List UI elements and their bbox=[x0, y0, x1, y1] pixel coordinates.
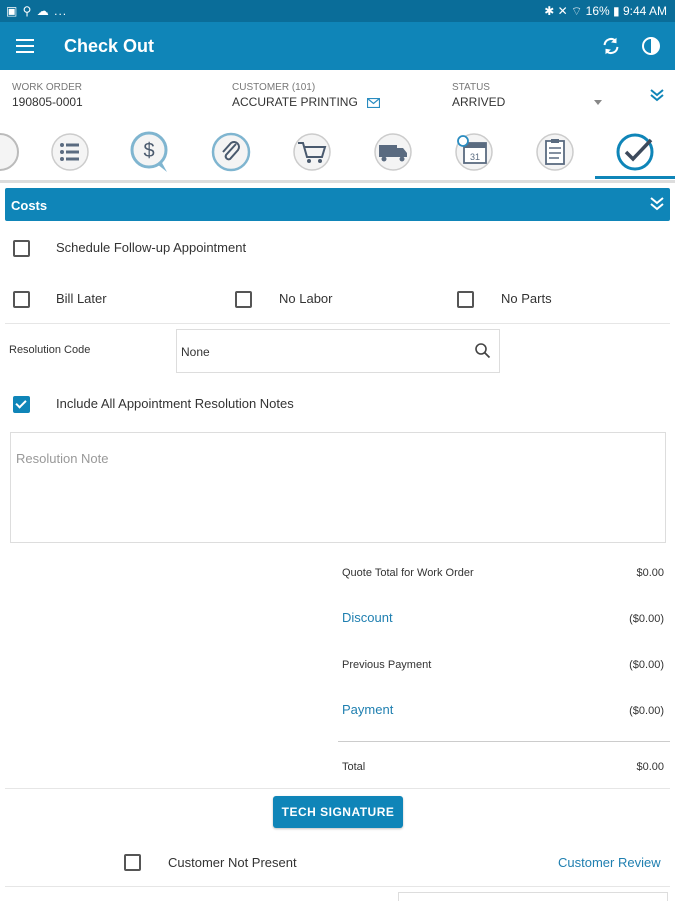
tab-check-out[interactable] bbox=[613, 130, 657, 174]
total-row: Total $0.00 bbox=[342, 761, 664, 775]
resolution-note-placeholder: Resolution Note bbox=[16, 451, 109, 466]
no-labor-checkbox[interactable] bbox=[235, 291, 252, 308]
divider bbox=[5, 323, 670, 324]
dollar-icon: $ bbox=[130, 131, 168, 172]
divider bbox=[5, 788, 670, 789]
schedule-followup-checkbox[interactable] bbox=[13, 240, 30, 257]
bill-later-checkbox[interactable] bbox=[13, 291, 30, 308]
checkmark-icon bbox=[616, 133, 654, 171]
tech-signature-button[interactable]: TECH SIGNATURE bbox=[273, 796, 403, 828]
list-icon bbox=[51, 133, 89, 171]
calendar-icon: 31 bbox=[455, 133, 493, 171]
totals-divider bbox=[338, 741, 670, 742]
resolution-code-input[interactable]: None bbox=[176, 329, 500, 373]
payment-link[interactable]: Payment bbox=[342, 702, 393, 717]
svg-text:$: $ bbox=[143, 140, 154, 162]
active-tab-indicator bbox=[595, 176, 675, 179]
clock-icon bbox=[0, 133, 19, 171]
page-title: Check Out bbox=[64, 36, 155, 56]
system-status-indicators: ✱ ✕ ⌔ 16% ▮ 9:44 AM bbox=[544, 4, 667, 18]
tab-costs[interactable]: $ bbox=[127, 130, 171, 174]
no-labor-label: No Labor bbox=[279, 291, 333, 306]
include-notes-label: Include All Appointment Resolution Notes bbox=[56, 396, 294, 411]
quote-total-row: Quote Total for Work Order $0.00 bbox=[342, 567, 664, 581]
svg-text:31: 31 bbox=[470, 152, 480, 162]
work-order-label: WORK ORDER bbox=[12, 82, 82, 93]
refresh-icon[interactable] bbox=[600, 35, 622, 57]
search-icon[interactable] bbox=[474, 342, 491, 359]
chevron-down-icon[interactable] bbox=[594, 100, 602, 105]
attachment-icon bbox=[211, 132, 251, 172]
tab-shipping[interactable] bbox=[371, 130, 415, 174]
no-parts-label: No Parts bbox=[501, 291, 552, 306]
status-value: ARRIVED bbox=[452, 95, 506, 109]
status-label: STATUS bbox=[452, 82, 490, 93]
double-chevron-down-icon bbox=[650, 197, 664, 211]
total-label: Total bbox=[342, 761, 366, 773]
app-bar: Check Out bbox=[0, 22, 675, 70]
section-title: Costs bbox=[11, 198, 48, 213]
tab-attachments[interactable] bbox=[209, 130, 253, 174]
cart-icon bbox=[293, 133, 331, 171]
resolution-code-value: None bbox=[181, 345, 210, 359]
customer-field: CUSTOMER (101) ACCURATE PRINTING bbox=[232, 82, 381, 109]
costs-section-header[interactable]: Costs bbox=[5, 188, 670, 221]
payment-value: ($0.00) bbox=[629, 705, 664, 717]
divider bbox=[5, 886, 670, 887]
resolution-note-textarea[interactable]: Resolution Note bbox=[10, 432, 666, 543]
quote-total-label: Quote Total for Work Order bbox=[342, 567, 474, 579]
customer-not-present-checkbox[interactable] bbox=[124, 854, 141, 871]
discount-row: Discount ($0.00) bbox=[342, 610, 664, 628]
no-parts-checkbox[interactable] bbox=[457, 291, 474, 308]
resolution-code-label: Resolution Code bbox=[9, 344, 91, 356]
total-value: $0.00 bbox=[636, 761, 664, 773]
discount-link[interactable]: Discount bbox=[342, 610, 393, 625]
work-order-value: 190805-0001 bbox=[12, 95, 83, 109]
previous-payment-label: Previous Payment bbox=[342, 659, 432, 671]
tab-strip: $ 31 bbox=[0, 124, 675, 183]
system-status-bar: ▣ ⚲ ☁ ... ✱ ✕ ⌔ 16% ▮ 9:44 AM bbox=[0, 0, 675, 22]
double-chevron-down-icon[interactable] bbox=[649, 87, 665, 103]
truck-icon bbox=[374, 133, 412, 171]
tab-clock[interactable] bbox=[0, 130, 22, 174]
customer-not-present-label: Customer Not Present bbox=[168, 855, 297, 870]
tab-checklist[interactable] bbox=[533, 130, 577, 174]
schedule-followup-label: Schedule Follow-up Appointment bbox=[56, 240, 247, 255]
clipboard-icon bbox=[536, 133, 574, 171]
work-order-field: WORK ORDER 190805-0001 bbox=[12, 82, 83, 109]
tab-schedule[interactable]: 31 bbox=[452, 130, 496, 174]
tab-list[interactable] bbox=[48, 130, 92, 174]
tab-parts[interactable] bbox=[290, 130, 334, 174]
previous-payment-row: Previous Payment ($0.00) bbox=[342, 659, 664, 673]
status-dropdown[interactable]: STATUS ARRIVED bbox=[452, 82, 602, 109]
customer-label: CUSTOMER (101) bbox=[232, 82, 316, 93]
customer-name: ACCURATE PRINTING bbox=[232, 95, 358, 109]
notification-icons: ▣ ⚲ ☁ ... bbox=[6, 4, 68, 18]
work-order-info: WORK ORDER 190805-0001 CUSTOMER (101) AC… bbox=[0, 70, 675, 125]
previous-payment-value: ($0.00) bbox=[629, 659, 664, 671]
customer-value: ACCURATE PRINTING bbox=[232, 95, 381, 109]
quote-total-value: $0.00 bbox=[636, 567, 664, 579]
hamburger-menu-icon[interactable] bbox=[16, 39, 34, 53]
customer-review-link[interactable]: Customer Review bbox=[558, 855, 661, 870]
bill-later-label: Bill Later bbox=[56, 291, 107, 306]
discount-value: ($0.00) bbox=[629, 613, 664, 625]
contrast-icon[interactable] bbox=[641, 36, 661, 56]
include-notes-checkbox[interactable] bbox=[13, 396, 30, 413]
payment-row: Payment ($0.00) bbox=[342, 702, 664, 720]
mail-icon[interactable] bbox=[367, 97, 381, 108]
